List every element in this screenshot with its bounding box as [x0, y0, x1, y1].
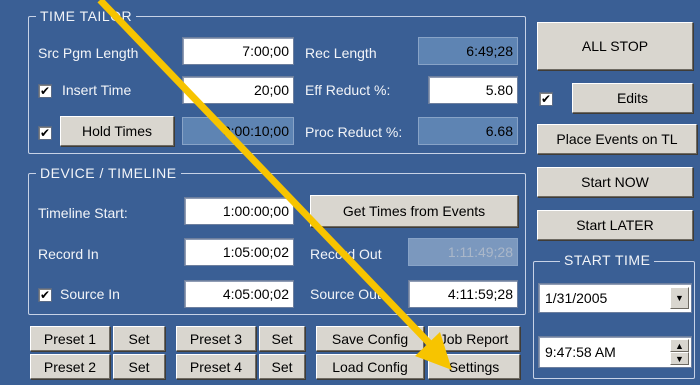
- load-config-button[interactable]: Load Config: [316, 354, 424, 379]
- record-out-value: 1:11:49;28: [408, 238, 518, 266]
- source-out-label: Source Out: [310, 286, 381, 302]
- start-time-value: 9:47:58 AM: [545, 344, 616, 360]
- checkmark-icon: ✔: [39, 288, 51, 302]
- start-date-value: 1/31/2005: [545, 290, 608, 306]
- record-in-label: Record In: [38, 246, 99, 262]
- src-pgm-length-field[interactable]: 7:00;00: [182, 37, 294, 65]
- record-in-field[interactable]: 1:05:00;02: [184, 238, 294, 266]
- settings-button[interactable]: Settings: [428, 354, 520, 379]
- insert-time-checkbox[interactable]: ✔: [38, 84, 52, 98]
- record-out-label: Record Out: [310, 246, 382, 262]
- src-pgm-length-label: Src Pgm Length: [38, 45, 139, 61]
- source-in-label: Source In: [60, 286, 120, 302]
- spin-down-icon[interactable]: ▼: [670, 352, 689, 365]
- checkmark-icon: ✔: [540, 92, 552, 106]
- start-time-title: START TIME: [560, 252, 655, 268]
- save-config-button[interactable]: Save Config: [316, 326, 424, 351]
- start-time-field[interactable]: 9:47:58 AM: [538, 336, 692, 368]
- start-now-button[interactable]: Start NOW: [537, 167, 693, 197]
- hold-times-button[interactable]: Hold Times: [60, 116, 174, 146]
- source-in-field[interactable]: 4:05:00;02: [184, 280, 294, 308]
- preset-2-button[interactable]: Preset 2: [30, 354, 110, 379]
- time-tailor-title: TIME TAILOR: [36, 8, 137, 24]
- start-date-dropdown[interactable]: 1/31/2005: [538, 283, 692, 313]
- rec-length-label: Rec Length: [305, 45, 377, 61]
- get-times-button[interactable]: Get Times from Events: [310, 195, 518, 227]
- set-2-button[interactable]: Set: [113, 354, 165, 379]
- place-events-button[interactable]: Place Events on TL: [537, 124, 697, 154]
- set-3-button[interactable]: Set: [259, 326, 305, 351]
- proc-reduct-value: 6.68: [418, 117, 518, 145]
- insert-time-label: Insert Time: [62, 82, 132, 98]
- source-out-field[interactable]: 4:11:59;28: [408, 280, 518, 308]
- preset-1-button[interactable]: Preset 1: [30, 326, 110, 351]
- eff-reduct-label: Eff Reduct %:: [305, 82, 391, 98]
- preset-3-button[interactable]: Preset 3: [176, 326, 256, 351]
- source-in-checkbox[interactable]: ✔: [38, 288, 52, 302]
- timeline-start-field[interactable]: 1:00:00;00: [184, 197, 294, 225]
- rec-length-value: 6:49;28: [418, 37, 518, 65]
- job-report-button[interactable]: Job Report: [428, 326, 520, 351]
- preset-4-button[interactable]: Preset 4: [176, 354, 256, 379]
- edits-button[interactable]: Edits: [572, 83, 693, 113]
- all-stop-button[interactable]: ALL STOP: [537, 22, 693, 70]
- edits-checkbox[interactable]: ✔: [539, 92, 553, 106]
- chevron-down-icon[interactable]: ▼: [670, 287, 689, 309]
- set-4-button[interactable]: Set: [259, 354, 305, 379]
- eff-reduct-field[interactable]: 5.80: [428, 76, 518, 104]
- spin-up-icon[interactable]: ▲: [670, 339, 689, 352]
- checkmark-icon: ✔: [39, 126, 51, 140]
- timeline-start-label: Timeline Start:: [38, 205, 128, 221]
- hold-times-checkbox[interactable]: ✔: [38, 126, 52, 140]
- checkmark-icon: ✔: [39, 84, 51, 98]
- proc-reduct-label: Proc Reduct %:: [305, 124, 403, 140]
- start-later-button[interactable]: Start LATER: [537, 210, 693, 240]
- hold-times-value: 0:00:10;00: [182, 117, 294, 145]
- set-1-button[interactable]: Set: [113, 326, 165, 351]
- device-timeline-title: DEVICE / TIMELINE: [36, 165, 181, 181]
- insert-time-field[interactable]: 20;00: [182, 76, 294, 104]
